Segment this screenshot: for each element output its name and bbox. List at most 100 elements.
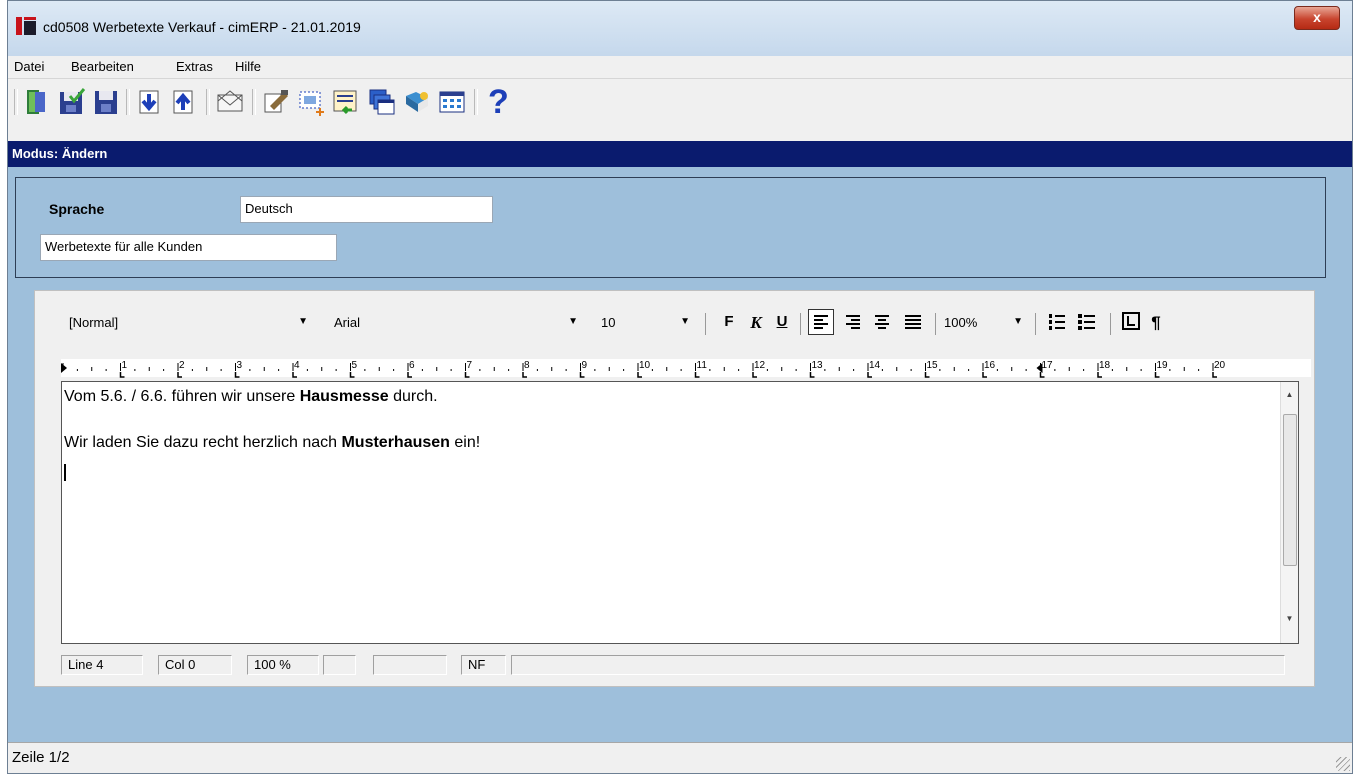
toolbar-separator xyxy=(206,89,210,115)
underline-button[interactable]: U xyxy=(771,313,793,330)
ruler-label: 5 xyxy=(352,360,358,371)
nf-indicator: NF xyxy=(461,655,506,675)
menu-bar: Datei Bearbeiten Extras Hilfe xyxy=(8,56,1352,79)
text-line-2: Wir laden Sie dazu recht herzlich nach M… xyxy=(64,434,481,451)
ruler-label: 7 xyxy=(467,360,473,371)
menu-datei[interactable]: Datei xyxy=(14,59,44,74)
ruler-label: 20 xyxy=(1214,360,1226,371)
menu-hilfe[interactable]: Hilfe xyxy=(235,59,261,74)
sprache-label: Sprache xyxy=(49,201,105,217)
align-center-button[interactable] xyxy=(870,310,894,334)
select-icon[interactable] xyxy=(296,87,328,117)
toolbar-separator xyxy=(252,89,256,115)
ruler-label: 13 xyxy=(812,360,824,371)
close-button[interactable]: x xyxy=(1294,6,1340,30)
window-title: cd0508 Werbetexte Verkauf - cimERP - 21.… xyxy=(43,19,361,35)
tab-stop-icon xyxy=(1127,316,1135,326)
text-area[interactable]: Vom 5.6. / 6.6. führen wir unsere Hausme… xyxy=(61,381,1299,644)
align-center-icon xyxy=(875,315,889,329)
ruler-label: 10 xyxy=(639,360,651,371)
description-field[interactable]: Werbetexte für alle Kunden xyxy=(40,234,337,261)
exit-icon[interactable] xyxy=(22,87,54,117)
align-left-button[interactable] xyxy=(808,309,834,335)
format-separator xyxy=(800,313,801,335)
sprache-field[interactable]: Deutsch xyxy=(240,196,493,223)
ruler-label: 9 xyxy=(582,360,588,371)
italic-button[interactable]: K xyxy=(745,313,767,333)
ruler-label: 12 xyxy=(754,360,766,371)
align-left-icon xyxy=(814,315,828,329)
resize-grip-icon[interactable] xyxy=(1336,757,1350,771)
font-combo[interactable]: Arial ▼ xyxy=(330,311,580,335)
justify-button[interactable] xyxy=(901,310,925,334)
font-value: Arial xyxy=(334,315,361,330)
justify-icon xyxy=(905,315,921,329)
align-right-icon xyxy=(846,315,860,329)
app-window: cd0508 Werbetexte Verkauf - cimERP - 21.… xyxy=(7,0,1353,774)
ruler-label: 3 xyxy=(237,360,243,371)
style-value: [Normal] xyxy=(69,315,119,330)
ruler-label: 14 xyxy=(869,360,881,371)
bold-button[interactable]: F xyxy=(718,313,740,330)
chevron-down-icon: ▼ xyxy=(568,316,578,327)
upload-icon[interactable] xyxy=(168,87,200,117)
ruler-scale: 1 2 3 4 5 6 7 8 9 10 11 12 13 14 15 16 17 18 19 20 xyxy=(61,359,1311,378)
ruler-label: 19 xyxy=(1157,360,1169,371)
transfer-icon[interactable] xyxy=(330,87,362,117)
ruler-label: 8 xyxy=(524,360,530,371)
scroll-down-icon[interactable]: ▼ xyxy=(1281,614,1298,623)
download-icon[interactable] xyxy=(134,87,166,117)
bullet-list-icon xyxy=(1078,314,1095,330)
toolbar-separator xyxy=(14,89,18,115)
app-logo-icon xyxy=(16,17,36,35)
ruler-label: 2 xyxy=(179,360,185,371)
grid-icon[interactable] xyxy=(436,87,468,117)
title-bar: cd0508 Werbetexte Verkauf - cimERP - 21.… xyxy=(8,1,1352,56)
status-cell-wide xyxy=(511,655,1285,675)
numbered-list-icon xyxy=(1049,314,1065,330)
tab-stop-button[interactable] xyxy=(1122,312,1140,330)
align-right-button[interactable] xyxy=(841,310,865,334)
language-groupbox: Sprache Deutsch Werbetexte für alle Kund… xyxy=(15,177,1326,278)
toolbar-separator xyxy=(126,89,130,115)
ruler[interactable]: 1 2 3 4 5 6 7 8 9 10 11 12 13 14 15 16 17 18 19 20 xyxy=(35,355,1316,381)
status-text: Zeile 1/2 xyxy=(12,749,70,766)
scroll-up-icon[interactable]: ▲ xyxy=(1281,390,1298,399)
book-icon[interactable] xyxy=(400,87,432,117)
bullet-list-button[interactable] xyxy=(1075,310,1099,334)
size-combo[interactable]: 10 ▼ xyxy=(597,311,692,335)
edit-icon[interactable] xyxy=(260,87,292,117)
save-check-icon[interactable] xyxy=(56,87,88,117)
editor-status-row: Line 4 Col 0 100 % NF xyxy=(61,655,1321,675)
mode-bar: Modus: Ändern xyxy=(8,141,1352,167)
format-toolbar: [Normal] ▼ Arial ▼ 10 ▼ F K U 100% ▼ ¶ xyxy=(35,291,1314,355)
style-combo[interactable]: [Normal] ▼ xyxy=(65,311,310,335)
pilcrow-button[interactable]: ¶ xyxy=(1145,313,1167,333)
ruler-label: 17 xyxy=(1042,360,1054,371)
vertical-scrollbar[interactable]: ▲ ▼ xyxy=(1280,382,1298,643)
menu-bearbeiten[interactable]: Bearbeiten xyxy=(71,59,134,74)
menu-extras[interactable]: Extras xyxy=(176,59,213,74)
ruler-label: 4 xyxy=(294,360,300,371)
windows-icon[interactable] xyxy=(366,87,398,117)
ruler-label: 11 xyxy=(697,360,708,371)
zoom-indicator: 100 % xyxy=(247,655,319,675)
format-separator xyxy=(705,313,706,335)
format-separator xyxy=(1035,313,1036,335)
help-icon[interactable]: ? xyxy=(482,85,514,119)
line-indicator: Line 4 xyxy=(61,655,143,675)
toolbar-separator xyxy=(474,89,478,115)
chevron-down-icon: ▼ xyxy=(680,316,690,327)
format-separator xyxy=(935,313,936,335)
mail-icon[interactable] xyxy=(214,87,246,117)
zoom-combo[interactable]: 100% ▼ xyxy=(940,311,1025,335)
ruler-label: 18 xyxy=(1099,360,1111,371)
rich-text-editor: [Normal] ▼ Arial ▼ 10 ▼ F K U 100% ▼ ¶ 1… xyxy=(34,290,1315,687)
ruler-label: 16 xyxy=(984,360,996,371)
scroll-thumb[interactable] xyxy=(1283,414,1297,566)
chevron-down-icon: ▼ xyxy=(298,316,308,327)
zoom-value: 100% xyxy=(944,315,978,330)
numbered-list-button[interactable] xyxy=(1045,310,1069,334)
ruler-background xyxy=(61,359,1311,377)
save-icon[interactable] xyxy=(90,87,122,117)
